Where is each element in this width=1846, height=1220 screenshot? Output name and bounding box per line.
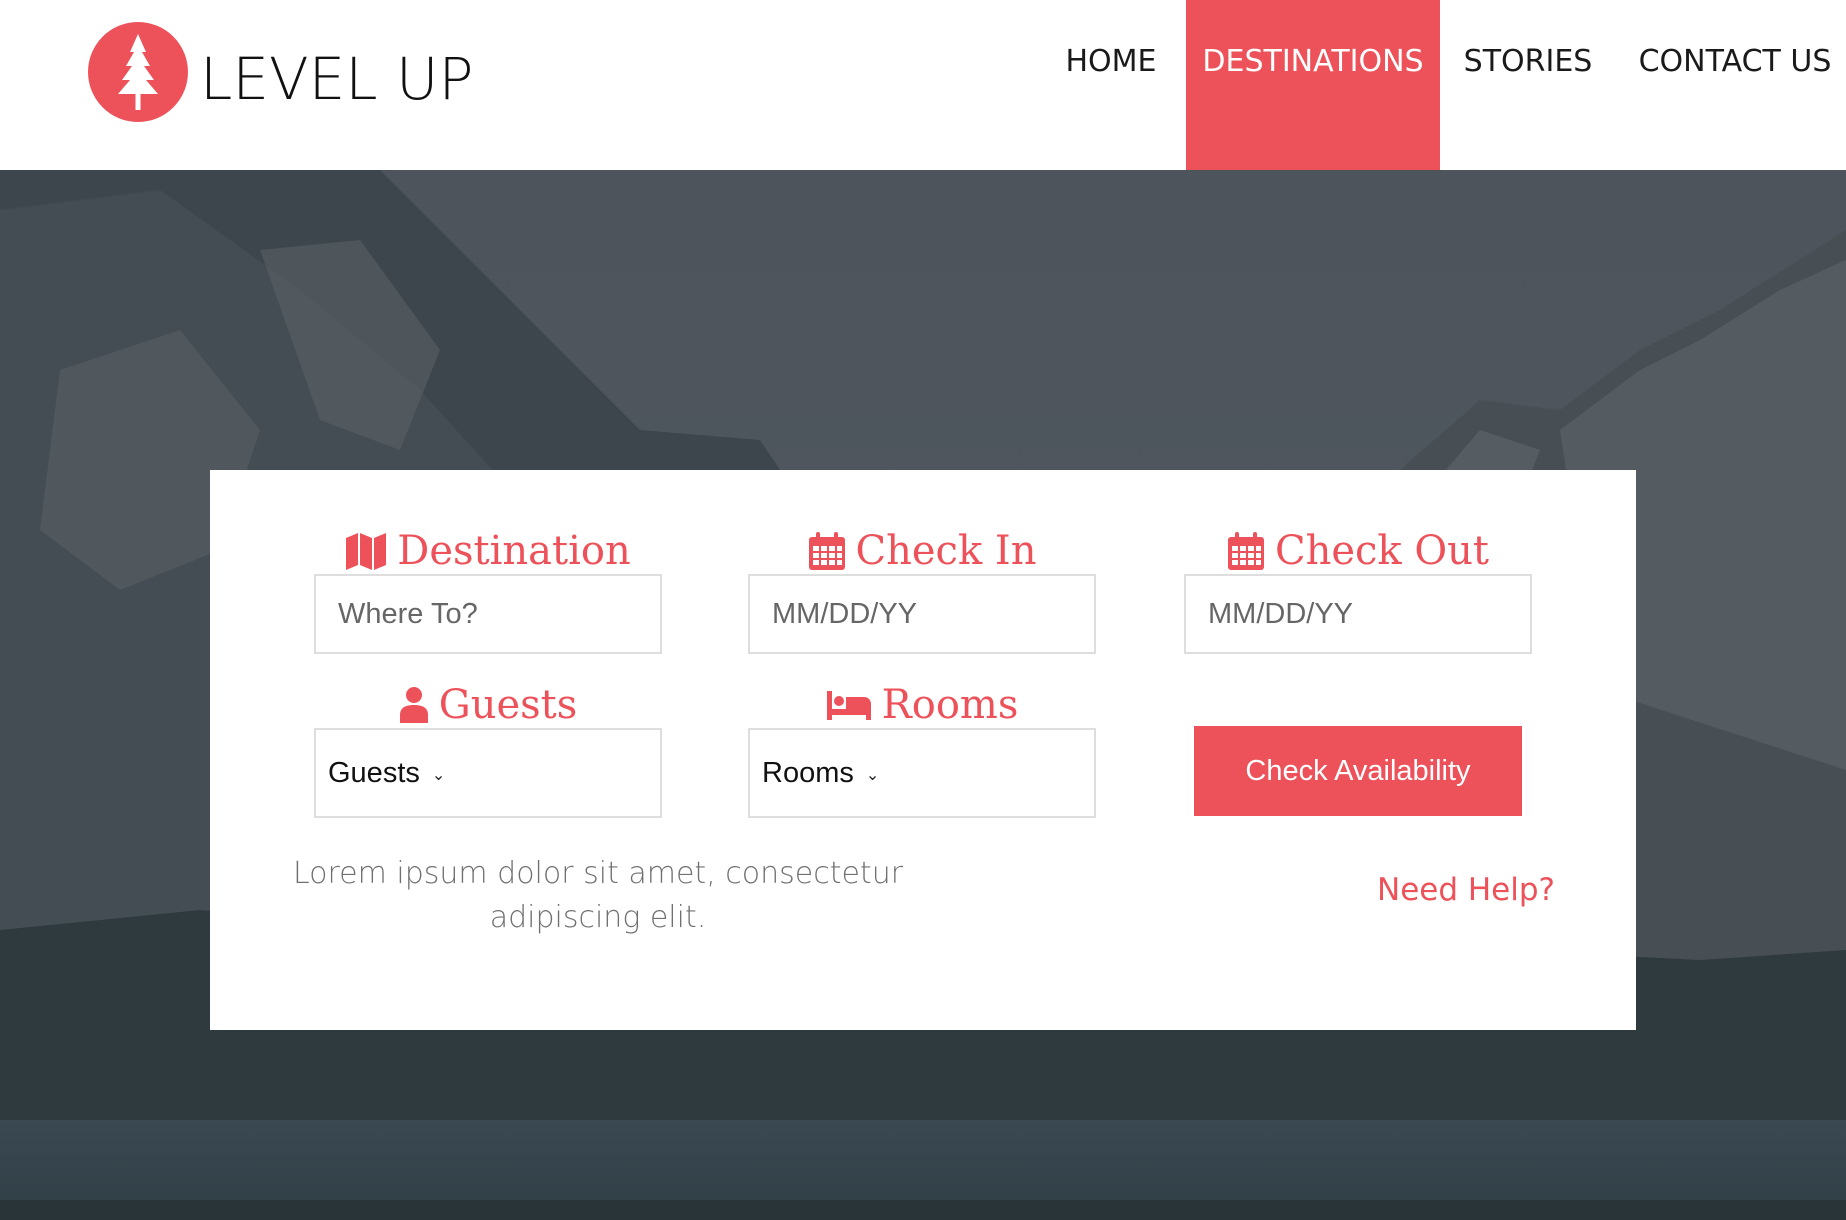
bed-icon bbox=[826, 691, 871, 720]
calendar-icon bbox=[1227, 532, 1264, 570]
check-availability-button[interactable]: Check Availability bbox=[1194, 726, 1522, 816]
site-header: LEVEL UP HOME DESTINATIONS STORIES CONTA… bbox=[0, 0, 1846, 170]
user-icon bbox=[399, 687, 428, 723]
rooms-select[interactable]: Rooms ⌄ bbox=[748, 728, 1096, 818]
brand-name[interactable]: LEVEL UP bbox=[200, 44, 473, 114]
calendar-icon bbox=[808, 532, 845, 570]
rooms-select-value: Rooms bbox=[762, 756, 854, 789]
chevron-down-icon: ⌄ bbox=[431, 767, 446, 784]
booking-card: Destination Check In bbox=[210, 470, 1636, 1030]
check-in-label-text: Check In bbox=[855, 528, 1037, 574]
need-help-link[interactable]: Need Help? bbox=[1310, 870, 1555, 910]
map-icon bbox=[346, 533, 387, 570]
check-in-input[interactable] bbox=[748, 574, 1096, 654]
nav-stories[interactable]: STORIES bbox=[1452, 0, 1604, 170]
nav-home[interactable]: HOME bbox=[1046, 0, 1176, 170]
nav-destinations[interactable]: DESTINATIONS bbox=[1186, 0, 1440, 170]
guests-label-text: Guests bbox=[438, 682, 578, 728]
rooms-label: Rooms bbox=[748, 680, 1096, 730]
hero-background: Destination Check In bbox=[0, 170, 1846, 1220]
logo-tree-icon[interactable] bbox=[88, 22, 188, 122]
destination-input[interactable] bbox=[314, 574, 662, 654]
guests-select[interactable]: Guests ⌄ bbox=[314, 728, 662, 818]
rooms-label-text: Rooms bbox=[881, 682, 1019, 728]
nav-contact-us[interactable]: CONTACT US bbox=[1628, 0, 1842, 170]
check-in-label: Check In bbox=[748, 526, 1096, 576]
check-out-input[interactable] bbox=[1184, 574, 1532, 654]
destination-label-text: Destination bbox=[397, 528, 631, 574]
check-out-label: Check Out bbox=[1184, 526, 1532, 576]
guests-label: Guests bbox=[314, 680, 662, 730]
guests-select-value: Guests bbox=[328, 756, 420, 789]
check-out-label-text: Check Out bbox=[1274, 528, 1490, 574]
description-text: Lorem ipsum dolor sit amet, consectetur … bbox=[292, 856, 904, 935]
destination-label: Destination bbox=[314, 526, 662, 576]
chevron-down-icon: ⌄ bbox=[865, 767, 880, 784]
